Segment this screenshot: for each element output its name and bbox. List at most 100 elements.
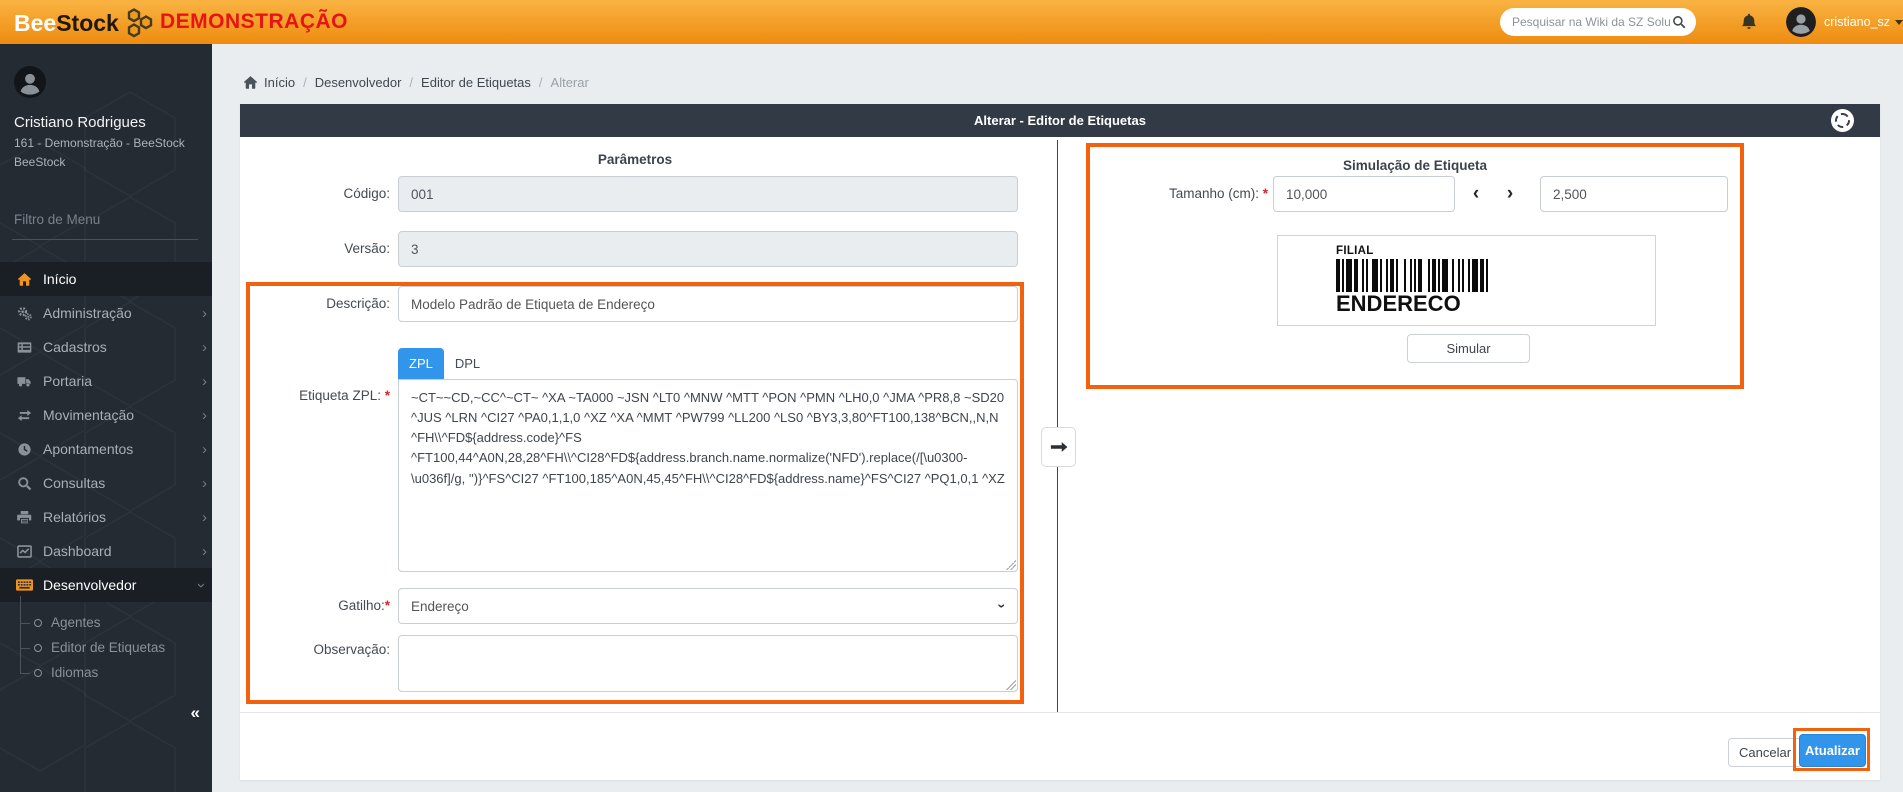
sidebar-item-desenvolvedor[interactable]: Desenvolvedor ›	[0, 568, 212, 602]
sidebar-item-inicio[interactable]: Início	[0, 262, 212, 296]
codigo-field	[398, 176, 1018, 212]
gatilho-select[interactable]: Endereço ›	[398, 588, 1018, 624]
clock-icon	[14, 442, 34, 457]
update-button[interactable]: Atualizar	[1799, 734, 1866, 767]
sidebar-item-label: Movimentação	[43, 407, 135, 423]
sidebar-item-apontamentos[interactable]: Apontamentos ›	[0, 432, 212, 466]
zpl-code-textarea[interactable]: ~CT~~CD,~CC^~CT~ ^XA ~TA000 ~JSN ^LT0 ^M…	[398, 379, 1018, 572]
breadcrumb-link-inicio[interactable]: Início	[243, 75, 295, 90]
sidebar-subitem-label: Agentes	[51, 615, 101, 630]
chevron-down-icon: ›	[994, 603, 1011, 609]
top-header: BeeStock DEMONSTRAÇÃO cristiano_sz	[0, 0, 1903, 44]
sidebar-item-label: Desenvolvedor	[43, 577, 137, 593]
chevron-right-icon: ›	[202, 508, 207, 526]
sidebar-subitem-label: Idiomas	[51, 665, 99, 680]
sidebar-item-administracao[interactable]: Administração ›	[0, 296, 212, 330]
sidebar: Cristiano Rodrigues 161 - Demonstração -…	[0, 44, 212, 792]
breadcrumb-separator: /	[538, 75, 543, 90]
globe-icon[interactable]	[1831, 109, 1854, 132]
sidebar-item-relatorios[interactable]: Relatórios ›	[0, 500, 212, 534]
gatilho-label: Gatilho:*	[338, 598, 390, 613]
arrow-right-icon	[1050, 442, 1067, 452]
home-icon	[243, 75, 258, 90]
label-preview-box: FILIAL ENDERECO	[1277, 235, 1656, 326]
search-icon[interactable]	[1672, 15, 1686, 29]
sidebar-item-cadastros[interactable]: Cadastros ›	[0, 330, 212, 364]
sidebar-item-consultas[interactable]: Consultas ›	[0, 466, 212, 500]
wiki-search-input[interactable]	[1510, 14, 1672, 30]
logo-text-bee: Bee	[14, 10, 57, 36]
chevron-right-icon: ›	[202, 542, 207, 560]
label-preview-text: ENDERECO	[1336, 291, 1461, 316]
sidebar-item-label: Início	[43, 271, 77, 287]
breadcrumb-separator: /	[409, 75, 414, 90]
sidebar-menu: Início Administração › Cadastros › Portaria › M…	[0, 262, 212, 685]
sidebar-collapse-button[interactable]: «	[191, 703, 200, 723]
descricao-field[interactable]	[398, 286, 1018, 322]
parameters-section-title: Parâmetros	[597, 152, 673, 167]
versao-label: Versão:	[344, 241, 390, 256]
editor-card: Alterar - Editor de Etiquetas Parâmetros…	[240, 104, 1880, 780]
sidebar-item-portaria[interactable]: Portaria ›	[0, 364, 212, 398]
sidebar-subitem-agentes[interactable]: Agentes	[20, 610, 212, 635]
sidebar-item-movimentacao[interactable]: Movimentação ›	[0, 398, 212, 432]
brand-logo[interactable]: Bee Stock	[14, 7, 158, 39]
descricao-label: Descrição:	[326, 296, 390, 311]
label-language-tabs: ZPL DPL	[398, 348, 492, 379]
logo-text-stock: Stock	[56, 10, 119, 36]
breadcrumb-link-editor-de-etiquetas[interactable]: Editor de Etiquetas	[421, 75, 531, 90]
versao-field	[398, 231, 1018, 267]
environment-label: DEMONSTRAÇÃO	[160, 10, 348, 33]
printer-icon	[14, 510, 34, 525]
notifications-bell-icon[interactable]	[1740, 12, 1758, 34]
circle-bullet-icon	[34, 618, 42, 627]
menu-filter-input[interactable]	[12, 208, 198, 240]
truck-icon	[14, 374, 34, 389]
keyboard-icon	[14, 578, 34, 592]
simulate-button[interactable]: Simular	[1407, 334, 1530, 363]
required-asterisk: *	[1262, 186, 1268, 201]
caret-down-icon	[1895, 19, 1903, 25]
gatilho-selected-value: Endereço	[411, 598, 469, 614]
sidebar-user-system: BeeStock	[14, 155, 66, 169]
user-avatar[interactable]	[1786, 7, 1816, 37]
honeycomb-icon	[127, 8, 153, 38]
sidebar-submenu-desenvolvedor: Agentes Editor de Etiquetas Idiomas	[20, 596, 212, 685]
gears-icon	[14, 306, 34, 321]
user-menu[interactable]: cristiano_sz	[1824, 15, 1903, 29]
sidebar-subitem-editor-de-etiquetas[interactable]: Editor de Etiquetas	[20, 635, 212, 660]
home-icon	[14, 272, 34, 287]
sidebar-item-label: Apontamentos	[43, 441, 134, 457]
list-icon	[14, 340, 34, 355]
chevron-right-button[interactable]: ›	[1498, 176, 1522, 212]
codigo-label: Código:	[343, 186, 390, 201]
barcode-image	[1336, 259, 1500, 292]
chevron-left-button[interactable]: ‹	[1464, 176, 1488, 212]
breadcrumb-link-desenvolvedor[interactable]: Desenvolvedor	[315, 75, 402, 90]
wiki-search[interactable]	[1500, 8, 1696, 36]
chevron-right-icon: ›	[202, 372, 207, 390]
label-height-field[interactable]	[1540, 176, 1728, 212]
sidebar-user-company: 161 - Demonstração - BeeStock	[14, 136, 185, 150]
chevron-right-icon: ›	[202, 338, 207, 356]
sidebar-item-label: Cadastros	[43, 339, 107, 355]
circle-bullet-icon	[34, 668, 42, 677]
required-asterisk: *	[384, 388, 390, 403]
sidebar-item-label: Consultas	[43, 475, 106, 491]
chevron-right-icon: ›	[202, 474, 207, 492]
sidebar-item-label: Dashboard	[43, 543, 112, 559]
tab-dpl[interactable]: DPL	[443, 348, 492, 379]
breadcrumb-current: Alterar	[550, 75, 589, 90]
observacao-textarea[interactable]	[398, 635, 1018, 692]
cancel-button[interactable]: Cancelar	[1728, 738, 1803, 767]
label-width-field[interactable]	[1273, 176, 1455, 212]
sidebar-subitem-idiomas[interactable]: Idiomas	[20, 660, 212, 685]
chevron-right-icon: ›	[202, 406, 207, 424]
chart-icon	[14, 544, 34, 559]
transfer-arrow-button[interactable]	[1041, 427, 1076, 467]
observacao-label: Observação:	[313, 642, 390, 657]
sidebar-subitem-label: Editor de Etiquetas	[51, 640, 166, 655]
chevron-right-icon: ›	[202, 304, 207, 322]
tab-zpl[interactable]: ZPL	[398, 348, 444, 379]
sidebar-item-dashboard[interactable]: Dashboard ›	[0, 534, 212, 568]
